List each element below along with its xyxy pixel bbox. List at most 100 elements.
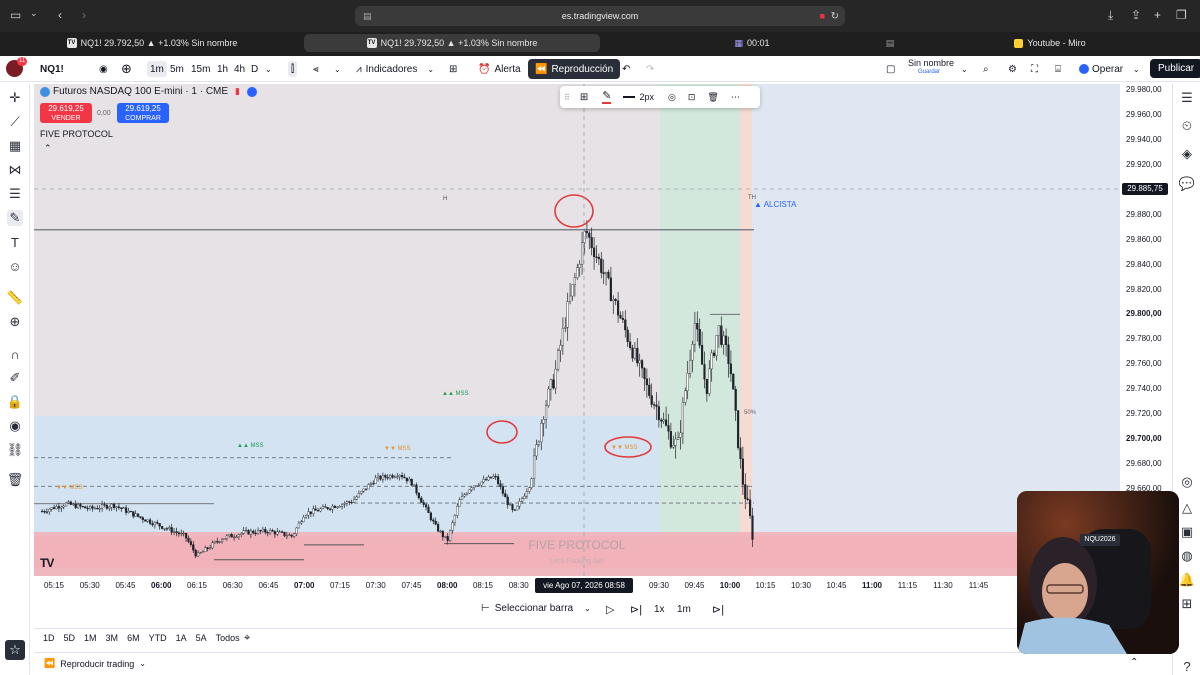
- link-icon[interactable]: ⛓: [7, 442, 24, 458]
- interval-5m[interactable]: 5m: [170, 61, 184, 77]
- step-forward-icon[interactable]: ⊳|: [630, 603, 642, 616]
- ruler-icon[interactable]: 📏: [7, 290, 23, 306]
- play-icon[interactable]: ▷: [606, 603, 614, 616]
- emoji-icon[interactable]: ☺: [7, 258, 23, 274]
- replay-speed[interactable]: 1x: [654, 604, 665, 615]
- undo-icon[interactable]: ↶: [622, 61, 630, 77]
- help-grid-icon[interactable]: ⊞: [1179, 596, 1195, 612]
- interval-d[interactable]: D: [251, 61, 258, 77]
- alerts-clock-icon[interactable]: ⏲: [1179, 118, 1195, 134]
- share-icon[interactable]: ⇪: [1131, 8, 1141, 22]
- range-5d[interactable]: 5D: [64, 633, 76, 643]
- reload-icon[interactable]: ↻: [831, 11, 839, 22]
- indicators-button[interactable]: ⩘ Indicadores ⌄: [356, 61, 434, 77]
- chevron-down-icon[interactable]: ⌄: [1133, 61, 1140, 77]
- camera-snapshot-icon[interactable]: ⌸: [1055, 61, 1061, 77]
- trend-line-icon[interactable]: ⟋: [7, 114, 23, 130]
- alert-button[interactable]: ⏰ Alerta: [478, 61, 521, 77]
- interval-1m[interactable]: 1m: [147, 61, 167, 77]
- crosshair-icon[interactable]: ✛: [7, 90, 23, 106]
- tabs-overview-icon[interactable]: ❐: [1176, 8, 1187, 22]
- range-todos[interactable]: Todos: [216, 633, 240, 643]
- range-1d[interactable]: 1D: [43, 633, 55, 643]
- new-tab-icon[interactable]: +: [1154, 8, 1161, 22]
- pen-color-icon[interactable]: ✎: [602, 90, 612, 104]
- back-arrow-icon[interactable]: ‹: [58, 8, 62, 22]
- interval-15m[interactable]: 15m: [191, 61, 210, 77]
- user-avatar[interactable]: 11: [6, 57, 28, 77]
- trash-icon[interactable]: 🗑: [7, 472, 24, 488]
- pattern-icon[interactable]: ⋈: [7, 162, 23, 178]
- tab-tradingview-1[interactable]: TV NQ1! 29.792,50 ▲ +1.03% Sin nombre: [4, 34, 300, 52]
- symbol-search[interactable]: NQ1!: [34, 61, 64, 77]
- tab-tradingview-2[interactable]: TV NQ1! 29.792,50 ▲ +1.03% Sin nombre: [304, 34, 600, 52]
- drag-handle-icon[interactable]: ⠿: [564, 93, 570, 102]
- replay-interval[interactable]: 1m: [677, 604, 691, 615]
- collapse-legend-icon[interactable]: ⌃: [44, 143, 52, 154]
- ideas-icon[interactable]: △: [1179, 500, 1195, 516]
- layers-icon[interactable]: ◈: [1179, 146, 1195, 162]
- long-short-icon[interactable]: ☰: [7, 186, 23, 202]
- line-width-button[interactable]: 2px: [623, 92, 654, 102]
- url-bar[interactable]: ▤ es.tradingview.com ■ ↻: [355, 6, 845, 26]
- search-icon[interactable]: ⌕: [983, 61, 989, 77]
- tab-timer[interactable]: ▦ 00:01: [604, 34, 900, 52]
- text-tool-icon[interactable]: T: [7, 234, 23, 250]
- price-chart[interactable]: [34, 84, 1120, 576]
- buy-button[interactable]: 29.619,25 COMPRAR: [117, 103, 169, 123]
- unlock-icon[interactable]: ⊡: [688, 92, 696, 103]
- interval-dropdown-icon[interactable]: ⌄: [265, 61, 272, 77]
- trade-button[interactable]: Operar: [1079, 61, 1123, 77]
- template-icon[interactable]: ⊞: [580, 92, 588, 103]
- settings-gear-icon[interactable]: ⚙: [1008, 61, 1017, 77]
- interval-1h[interactable]: 1h: [217, 61, 228, 77]
- goto-date-icon[interactable]: ⌖: [244, 632, 250, 645]
- forward-arrow-icon[interactable]: ›: [82, 8, 86, 22]
- range-ytd[interactable]: YTD: [149, 633, 167, 643]
- replay-trading-tab[interactable]: ⏪ Reproducir trading ⌄: [44, 658, 146, 669]
- fullscreen-icon[interactable]: ⛶: [1031, 61, 1038, 77]
- sidebar-toggle-icon[interactable]: ▭: [10, 8, 21, 22]
- layout-name-button[interactable]: Sin nombre Guardar: [908, 59, 954, 79]
- range-1m[interactable]: 1M: [84, 633, 97, 643]
- jump-to-realtime-icon[interactable]: ⊳|: [712, 603, 724, 616]
- time-axis[interactable]: 12:11:4511:3011:1511:0010:4510:3010:1510…: [34, 576, 1120, 596]
- visibility-icon[interactable]: ◎: [668, 92, 676, 103]
- lock-icon[interactable]: 🔒: [7, 394, 23, 410]
- download-icon[interactable]: ⤓: [1108, 8, 1113, 23]
- symbol-legend-row[interactable]: Futuros NASDAQ 100 E-mini · 1 · CME ▮: [40, 86, 257, 97]
- candles-type-icon[interactable]: ⫿: [288, 61, 298, 77]
- tab-blank[interactable]: ▤: [880, 34, 900, 52]
- range-6m[interactable]: 6M: [127, 633, 140, 643]
- range-5a[interactable]: 5A: [196, 633, 207, 643]
- trash-icon[interactable]: 🗑: [707, 92, 718, 103]
- magnet-icon[interactable]: ∩: [7, 346, 23, 362]
- range-3m[interactable]: 3M: [106, 633, 119, 643]
- chevron-down-icon[interactable]: ⌄: [30, 8, 38, 19]
- broadcast-icon[interactable]: ◍: [1179, 548, 1195, 564]
- brush-icon[interactable]: ✎: [7, 210, 23, 226]
- tab-miro[interactable]: Youtube - Miro: [904, 34, 1196, 52]
- interval-4h[interactable]: 4h: [234, 61, 245, 77]
- templates-grid-icon[interactable]: ⊞: [449, 61, 457, 77]
- replay-button[interactable]: ⏪ Reproducción: [528, 59, 621, 79]
- chevron-down-icon[interactable]: ⌄: [334, 61, 341, 77]
- fib-grid-icon[interactable]: ▦: [7, 138, 23, 154]
- bar-type-icon[interactable]: ⫷: [313, 61, 319, 77]
- more-options-icon[interactable]: ⋯: [731, 92, 740, 103]
- zoom-in-icon[interactable]: ⊕: [7, 314, 23, 330]
- lock-pencil-icon[interactable]: ✐: [7, 370, 23, 386]
- layout-checkbox-icon[interactable]: ▢: [886, 61, 895, 77]
- chat-icon[interactable]: 💬: [1179, 176, 1195, 192]
- compare-plus-icon[interactable]: ⊕: [121, 61, 132, 77]
- redo-icon[interactable]: ↷: [646, 61, 654, 77]
- eye-icon[interactable]: ◉: [7, 418, 23, 434]
- watchlist-eye-icon[interactable]: ◉: [99, 61, 108, 77]
- sell-button[interactable]: 29.619,25 VENDER: [40, 103, 92, 123]
- target-icon[interactable]: ◎: [1179, 474, 1195, 490]
- help-question-icon[interactable]: ?: [1179, 658, 1195, 674]
- notifications-bell-icon[interactable]: 🔔: [1179, 572, 1195, 588]
- chart-canvas[interactable]: ▲▲ MSS ▲▲ MSS ▼▼ MSS ▼▼ MSS ▼▼ MSS H TH …: [34, 84, 1120, 576]
- select-bar-button[interactable]: ⊢ Seleccionar barra ⌄: [481, 603, 591, 614]
- eye-toggle-icon[interactable]: [247, 86, 257, 97]
